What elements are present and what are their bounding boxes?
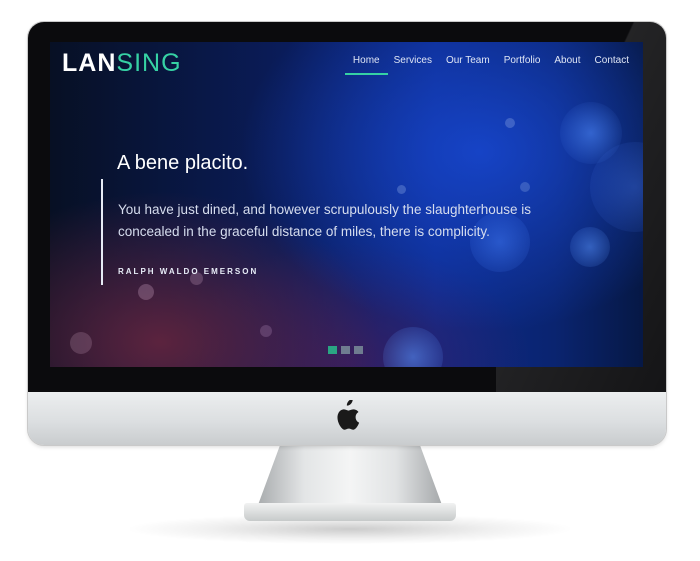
monitor-chin <box>28 392 666 445</box>
bokeh-light <box>138 284 154 300</box>
nav-item-about[interactable]: About <box>554 55 580 72</box>
site-logo[interactable]: LANSING <box>62 49 182 77</box>
slider-dot[interactable] <box>354 346 363 354</box>
monitor-stand <box>258 445 442 505</box>
hero-quote: You have just dined, and however scrupul… <box>118 202 532 239</box>
bokeh-light <box>397 185 406 194</box>
slider-pagination <box>328 346 363 354</box>
slider-dot[interactable] <box>341 346 350 354</box>
nav-item-contact[interactable]: Contact <box>595 55 629 72</box>
quote-author: RALPH WALDO EMERSON <box>118 267 259 276</box>
nav-item-portfolio[interactable]: Portfolio <box>504 55 541 72</box>
quote-bar <box>101 179 103 285</box>
bokeh-light <box>505 118 515 128</box>
bokeh-light <box>520 182 530 192</box>
slider-dot[interactable] <box>328 346 337 354</box>
hero-title: A bene placito. <box>117 152 249 174</box>
logo-bold-text: LAN <box>62 49 117 77</box>
nav-item-our-team[interactable]: Our Team <box>446 55 490 72</box>
apple-logo-icon <box>337 400 360 430</box>
bokeh-light <box>383 327 443 367</box>
bokeh-light <box>260 325 272 337</box>
nav-item-services[interactable]: Services <box>394 55 432 72</box>
monitor-stand-base <box>244 503 456 521</box>
website-screen: LANSING Home Services Our Team Portfolio… <box>50 42 643 367</box>
nav-item-home[interactable]: Home <box>345 55 388 75</box>
monitor-bezel: LANSING Home Services Our Team Portfolio… <box>28 22 666 392</box>
main-nav: Home Services Our Team Portfolio About C… <box>345 55 629 75</box>
monitor: LANSING Home Services Our Team Portfolio… <box>28 22 666 445</box>
bokeh-light <box>70 332 92 354</box>
bokeh-light <box>570 227 610 267</box>
logo-light-text: SING <box>116 49 182 77</box>
